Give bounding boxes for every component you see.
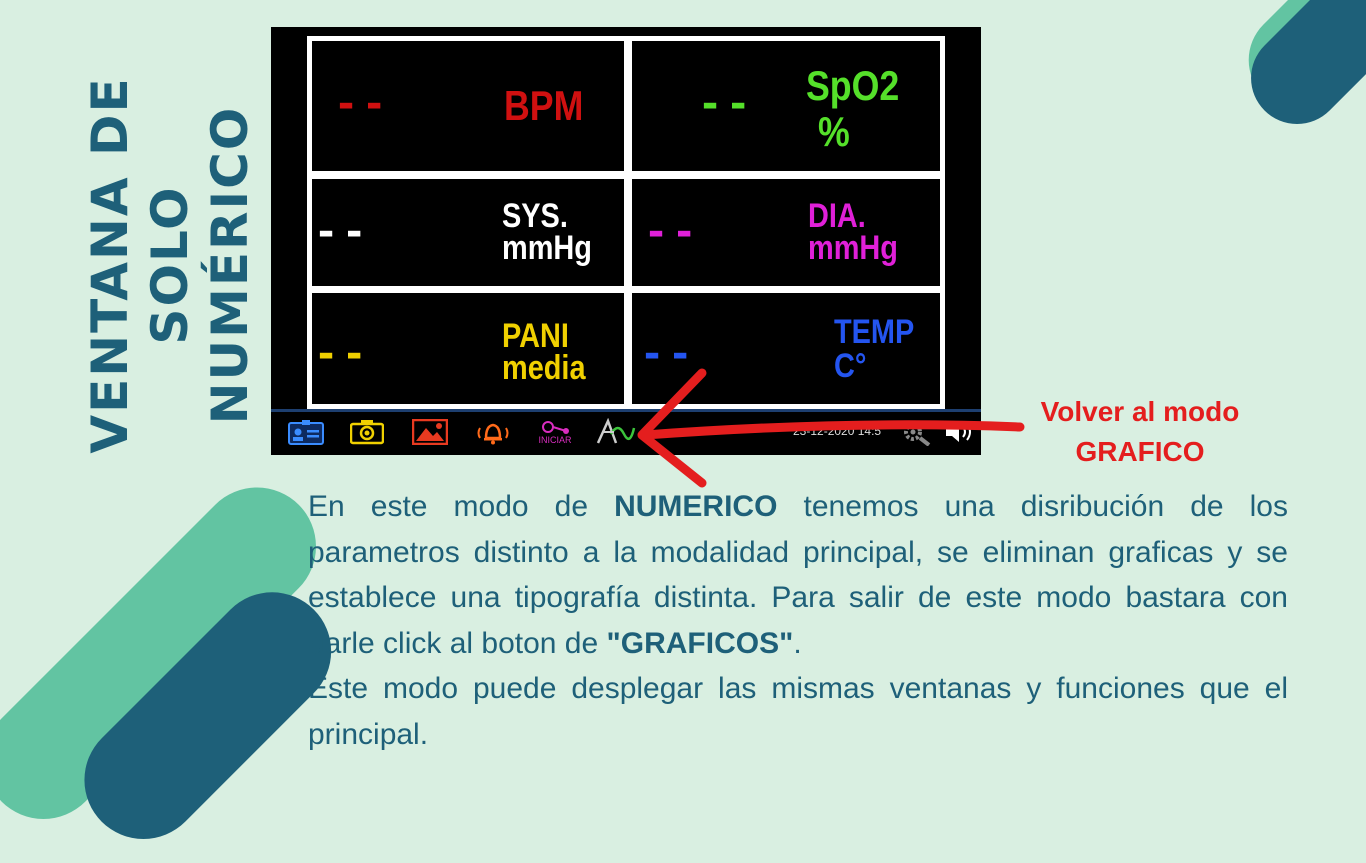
image-icon[interactable] xyxy=(411,418,449,446)
start-nibp-button[interactable]: INICIAR xyxy=(533,418,577,446)
page-title: VENTANA DE SOLO NUMÉRICO xyxy=(80,25,260,505)
spo2-label: SpO2 xyxy=(806,62,900,109)
sys-unit: mmHg xyxy=(502,229,592,267)
dia-unit: mmHg xyxy=(808,229,898,267)
callout-line-1: Volver al modo xyxy=(1040,396,1240,427)
desc-bold-numerico: NUMERICO xyxy=(614,490,778,523)
spo2-cell: -- SpO2 % xyxy=(627,36,945,176)
dia-label: DIA. xyxy=(808,197,866,235)
desc-bold-graficos: "GRAFICOS" xyxy=(606,626,794,660)
sys-cell: -- SYS. mmHg xyxy=(307,174,629,291)
description-paragraph-2: Este modo puede desplegar las mismas ven… xyxy=(308,672,1288,751)
pani-label: PANI xyxy=(502,317,569,355)
callout-line-2: GRAFICO xyxy=(1075,436,1205,467)
bpm-label: BPM xyxy=(504,82,584,129)
bpm-value: -- xyxy=(334,81,391,127)
pani-cell: -- PANI media xyxy=(307,288,629,409)
title-line-1: VENTANA DE xyxy=(81,76,139,454)
callout-text: Volver al modo GRAFICO xyxy=(1020,392,1260,472)
decorative-shape xyxy=(1232,0,1366,144)
pani-unit: media xyxy=(502,349,586,387)
sys-label: SYS. xyxy=(502,197,568,235)
pani-value: -- xyxy=(314,331,371,377)
desc-text: . xyxy=(793,626,802,660)
description: En este modo de NUMERICO tenemos una dis… xyxy=(308,484,1288,757)
desc-text: En este modo de xyxy=(308,490,615,523)
sys-value: -- xyxy=(314,209,371,255)
callout-arrow xyxy=(637,368,1025,488)
temp-label: TEMP xyxy=(834,313,915,351)
start-label: INICIAR xyxy=(538,435,572,445)
nibp-cuff-icon xyxy=(542,421,569,434)
camera-icon[interactable] xyxy=(349,418,385,446)
bpm-cell: -- BPM xyxy=(307,36,629,176)
dia-cell: -- DIA. mmHg xyxy=(627,174,945,291)
description-paragraph-1: En este modo de NUMERICO tenemos una dis… xyxy=(308,484,1288,666)
numeric-grid: -- BPM -- SpO2 % -- SYS. mmHg -- DIA. mm… xyxy=(307,36,945,409)
spo2-unit: % xyxy=(818,108,850,155)
title-line-2: SOLO NUMÉRICO xyxy=(141,105,259,425)
patient-info-icon[interactable] xyxy=(287,418,325,446)
dia-value: -- xyxy=(644,209,701,255)
alarm-bell-icon[interactable] xyxy=(473,418,513,446)
spo2-value: -- xyxy=(698,81,755,127)
